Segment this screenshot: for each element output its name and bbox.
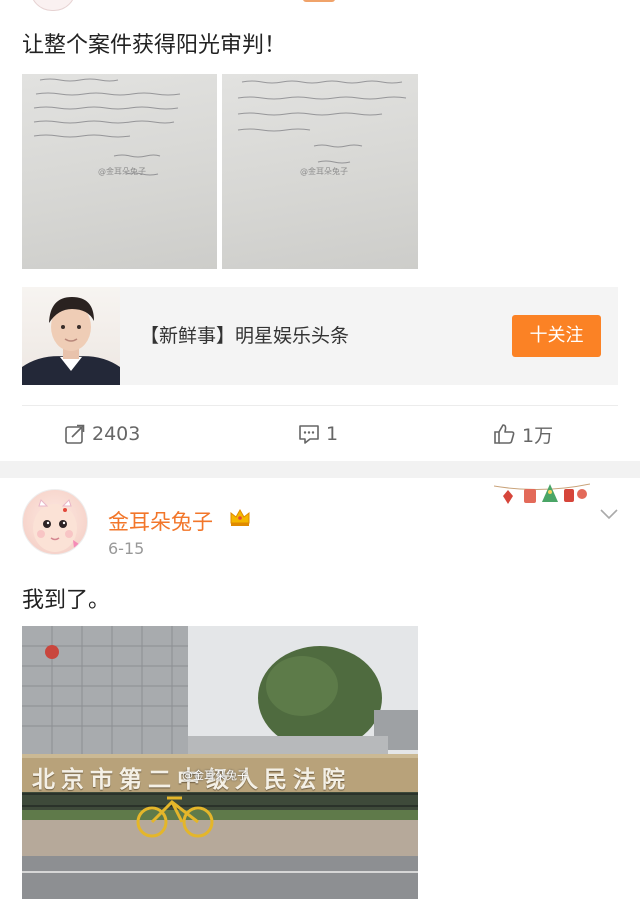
author-name[interactable]: 金耳朵兔子 bbox=[108, 506, 213, 536]
baby-photo-icon bbox=[33, 499, 79, 552]
repost-button[interactable]: 2403 bbox=[64, 406, 140, 462]
card-avatar bbox=[22, 287, 120, 385]
like-count: 1万 bbox=[522, 424, 554, 447]
comment-count: 1 bbox=[326, 423, 339, 445]
post-image-court[interactable]: 北京市第二中级人民法院 @金耳朵兔子 bbox=[22, 626, 418, 899]
post-text: 我到了。 bbox=[22, 588, 111, 613]
card-title[interactable]: 【新鲜事】明星娱乐头条 bbox=[140, 321, 349, 348]
post-text: 让整个案件获得阳光审判！ bbox=[22, 33, 287, 58]
thumbs-up-icon bbox=[494, 424, 515, 444]
image-watermark: @金耳朵兔子 bbox=[182, 769, 248, 782]
author-avatar[interactable] bbox=[22, 489, 88, 555]
vip-crown-icon bbox=[229, 507, 251, 532]
repost-icon bbox=[65, 424, 85, 444]
follow-button[interactable]: 十关注 bbox=[512, 315, 601, 357]
previous-badge-fragment bbox=[303, 0, 335, 2]
recommendation-card[interactable]: 【新鲜事】明星娱乐头条 十关注 bbox=[22, 287, 618, 385]
previous-avatar-fragment bbox=[30, 0, 76, 11]
comment-icon bbox=[299, 425, 319, 444]
post-image-2[interactable]: @金耳朵兔子 bbox=[222, 74, 418, 269]
repost-count: 2403 bbox=[92, 423, 141, 445]
chevron-down-icon[interactable] bbox=[599, 505, 619, 524]
comment-button[interactable]: 1 bbox=[298, 406, 338, 462]
post-image-1[interactable]: @金耳朵兔子 bbox=[22, 74, 217, 269]
post-date: 6-15 bbox=[108, 539, 145, 558]
feed-separator bbox=[0, 461, 640, 478]
action-bar: 2403 1 1万 bbox=[22, 405, 618, 462]
image-watermark: @金耳朵兔子 bbox=[300, 167, 348, 176]
celebrity-photo-icon bbox=[22, 297, 120, 385]
like-button[interactable]: 1万 bbox=[492, 406, 553, 462]
image-watermark: @金耳朵兔子 bbox=[98, 167, 146, 176]
festive-decoration-icon bbox=[493, 480, 591, 510]
